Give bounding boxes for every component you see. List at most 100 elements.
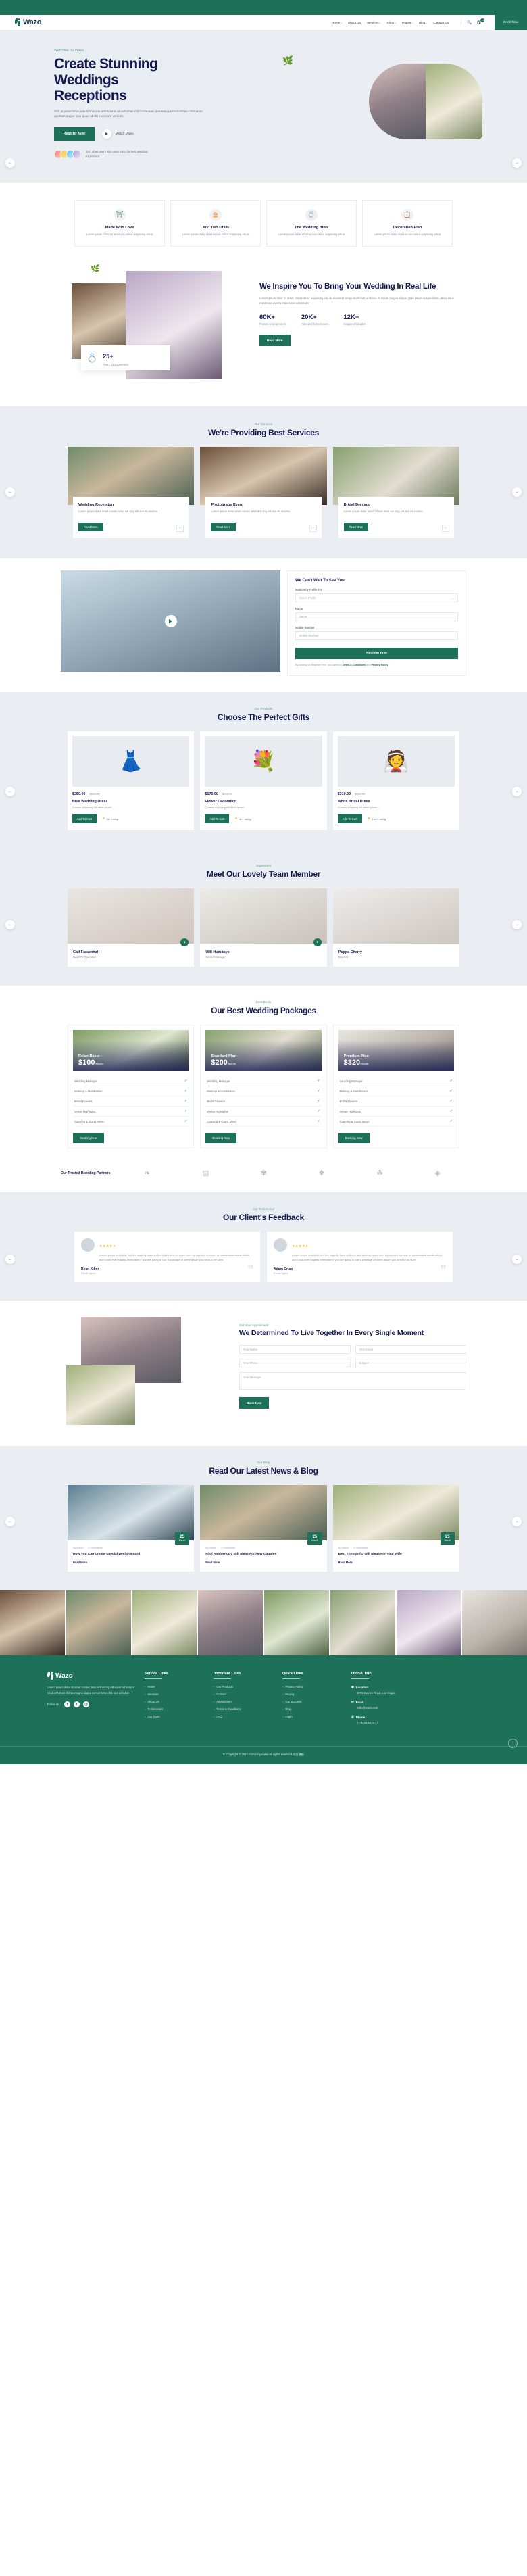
feature-card[interactable]: 💍 The Wedding Bliss Lorem ipsum dolor si… [266, 199, 357, 247]
blog-next-arrow[interactable]: → [512, 1516, 522, 1526]
appointment-name-input[interactable]: Your Name [239, 1344, 351, 1354]
footer-logo[interactable]: Wazo [47, 1672, 135, 1680]
gallery-image[interactable] [462, 1590, 527, 1656]
package-booking-button[interactable]: Booking Now [73, 1133, 104, 1144]
gallery-image[interactable] [330, 1590, 395, 1656]
hero-next-arrow[interactable]: → [512, 158, 522, 168]
product-card[interactable]: 💐 $170.00 $210.00 Flower Decoration Cons… [200, 731, 327, 831]
nav-item-services[interactable]: Services⌄ [367, 21, 381, 24]
gallery-image[interactable] [198, 1590, 263, 1656]
inspire-read-more-button[interactable]: Read More [259, 335, 291, 347]
service-card[interactable]: Photograpy Event Lorem ipsum dolor amet … [200, 447, 327, 539]
gallery-image[interactable] [264, 1590, 329, 1656]
nav-item-shop[interactable]: Shop⌄ [387, 21, 397, 24]
play-icon[interactable] [164, 615, 177, 628]
appointment-email-input[interactable]: Your Email [355, 1344, 466, 1354]
products-next-arrow[interactable]: → [512, 787, 522, 797]
team-card[interactable]: + Gail Faraenhal Head Of Operation [68, 888, 195, 967]
blog-card[interactable]: 25 March By Admin 2 Comments Best Though… [332, 1484, 459, 1572]
package-booking-button[interactable]: Booking Now [205, 1133, 237, 1144]
service-read-more-button[interactable]: Read More [211, 523, 236, 532]
package-card[interactable]: Premium Plan $320/Month Wedding Manager ✓… [332, 1025, 459, 1149]
footer-link[interactable]: › Contact [214, 1693, 273, 1696]
appointment-subject-input[interactable]: Subject [355, 1358, 466, 1367]
instagram-icon[interactable]: @ [83, 1701, 90, 1708]
search-icon[interactable]: 🔍 [467, 20, 472, 25]
product-card[interactable]: 👗 $250.00 $550.00 Blue Wedding Dress Con… [68, 731, 195, 831]
hero-register-button[interactable]: Register Now [54, 127, 95, 141]
register-free-button[interactable]: Register Free [295, 648, 458, 660]
service-read-more-button[interactable]: Read More [343, 523, 369, 532]
gallery-image[interactable] [0, 1590, 65, 1656]
service-read-more-button[interactable]: Read More [78, 523, 103, 532]
footer-link[interactable]: › Appointment [214, 1700, 273, 1703]
team-next-arrow[interactable]: → [512, 920, 522, 930]
package-card[interactable]: Relax Basic $100/Month Wedding Manager ✓ … [68, 1025, 195, 1149]
nav-item-pages[interactable]: Pages⌄ [402, 21, 413, 24]
back-to-top-button[interactable]: ↑ [508, 1739, 518, 1749]
footer-link[interactable]: › Home [145, 1685, 204, 1688]
services-next-arrow[interactable]: → [512, 487, 522, 497]
footer-link[interactable]: › Terms & Conditions [214, 1707, 273, 1711]
blog-read-more-link[interactable]: Read More [73, 1561, 189, 1564]
footer-link[interactable]: › Our Team [145, 1715, 204, 1718]
gallery-image[interactable] [66, 1590, 131, 1656]
footer-link[interactable]: › Login [282, 1715, 342, 1718]
twitter-icon[interactable]: t [74, 1701, 80, 1708]
testimonials-next-arrow[interactable]: → [512, 1255, 522, 1265]
team-card[interactable]: + Will Humdays Senior Manager [200, 888, 327, 967]
feature-card[interactable]: ⛩ Made With Love Lorem ipsum dolor sit a… [74, 199, 165, 247]
footer-link[interactable]: › Our Products [214, 1685, 273, 1688]
appointment-phone-input[interactable]: Your Phone [239, 1358, 351, 1367]
mobile-input[interactable]: Mobile Number [295, 631, 458, 641]
footer-link[interactable]: › Our Success [282, 1700, 342, 1703]
footer-link[interactable]: › Blog [282, 1707, 342, 1711]
name-input[interactable]: Name [295, 612, 458, 622]
testimonials-prev-arrow[interactable]: ← [5, 1255, 15, 1265]
blog-card[interactable]: 25 March By Admin 2 Comments How You Can… [68, 1484, 195, 1572]
cart-icon[interactable]: 🛍 10 [477, 18, 485, 25]
facebook-icon[interactable]: f [64, 1701, 71, 1708]
gallery-image[interactable] [132, 1590, 197, 1656]
team-expand-button[interactable]: + [313, 938, 322, 947]
info-value[interactable]: hello@wazo.com [351, 1706, 439, 1709]
add-to-cart-button[interactable]: Add To Cart [205, 814, 230, 824]
add-to-cart-button[interactable]: Add To Cart [337, 814, 362, 824]
privacy-link[interactable]: Privacy Policy [371, 664, 388, 666]
nav-item-about-us[interactable]: About Us [348, 21, 361, 24]
blog-prev-arrow[interactable]: ← [5, 1516, 15, 1526]
heart-icon[interactable]: ♡ [176, 525, 184, 533]
blog-read-more-link[interactable]: Read More [338, 1561, 454, 1564]
nav-item-blog[interactable]: Blog⌄ [419, 21, 427, 24]
appointment-message-input[interactable]: Your Message [239, 1371, 466, 1390]
footer-link[interactable]: › FAQ [214, 1715, 273, 1718]
footer-link[interactable]: › Testimonials [145, 1707, 204, 1711]
gallery-image[interactable] [396, 1590, 461, 1656]
blog-read-more-link[interactable]: Read More [205, 1561, 321, 1564]
product-card[interactable]: 👰 $310.00 $550.00 White Bridal Dress Con… [332, 731, 459, 831]
heart-icon[interactable]: ♡ [309, 525, 317, 533]
footer-link[interactable]: › Pricing [282, 1693, 342, 1696]
footer-link[interactable]: › About Us [145, 1700, 204, 1703]
hero-watch-video[interactable]: Watch Video [101, 129, 134, 139]
heart-icon[interactable]: ♡ [441, 525, 449, 533]
services-prev-arrow[interactable]: ← [5, 487, 15, 497]
feature-card[interactable]: 📋 Decoration Plan Lorem ipsum dolor sit … [362, 199, 453, 247]
products-prev-arrow[interactable]: ← [5, 787, 15, 797]
blog-card[interactable]: 25 March By Admin 2 Comments Find Annive… [200, 1484, 327, 1572]
footer-link[interactable]: › Privacy Policy [282, 1685, 342, 1688]
nav-item-contact-us[interactable]: Contact Us [433, 21, 449, 24]
service-card[interactable]: Bridal Dressup Lorem ipsum dolor amet co… [332, 447, 459, 539]
nav-item-home[interactable]: Home⌄ [332, 21, 342, 24]
info-value[interactable]: +1-3454-5678-77 [351, 1721, 439, 1724]
book-now-button[interactable]: Book Now [495, 15, 527, 30]
package-card[interactable]: Standard Plan $200/Month Wedding Manager… [200, 1025, 327, 1149]
add-to-cart-button[interactable]: Add To Cart [72, 814, 97, 824]
feature-card[interactable]: 🎂 Just Two Of Us Lorem ipsum dolor sit a… [170, 199, 261, 247]
team-prev-arrow[interactable]: ← [5, 920, 15, 930]
profile-select[interactable]: Select Profile ⌄ [295, 593, 458, 603]
appointment-book-now-button[interactable]: Book Now [239, 1396, 270, 1409]
team-card[interactable]: Poppa Cherry Director [332, 888, 459, 967]
site-logo[interactable]: Wazo [15, 18, 41, 26]
package-booking-button[interactable]: Booking Now [338, 1133, 370, 1144]
